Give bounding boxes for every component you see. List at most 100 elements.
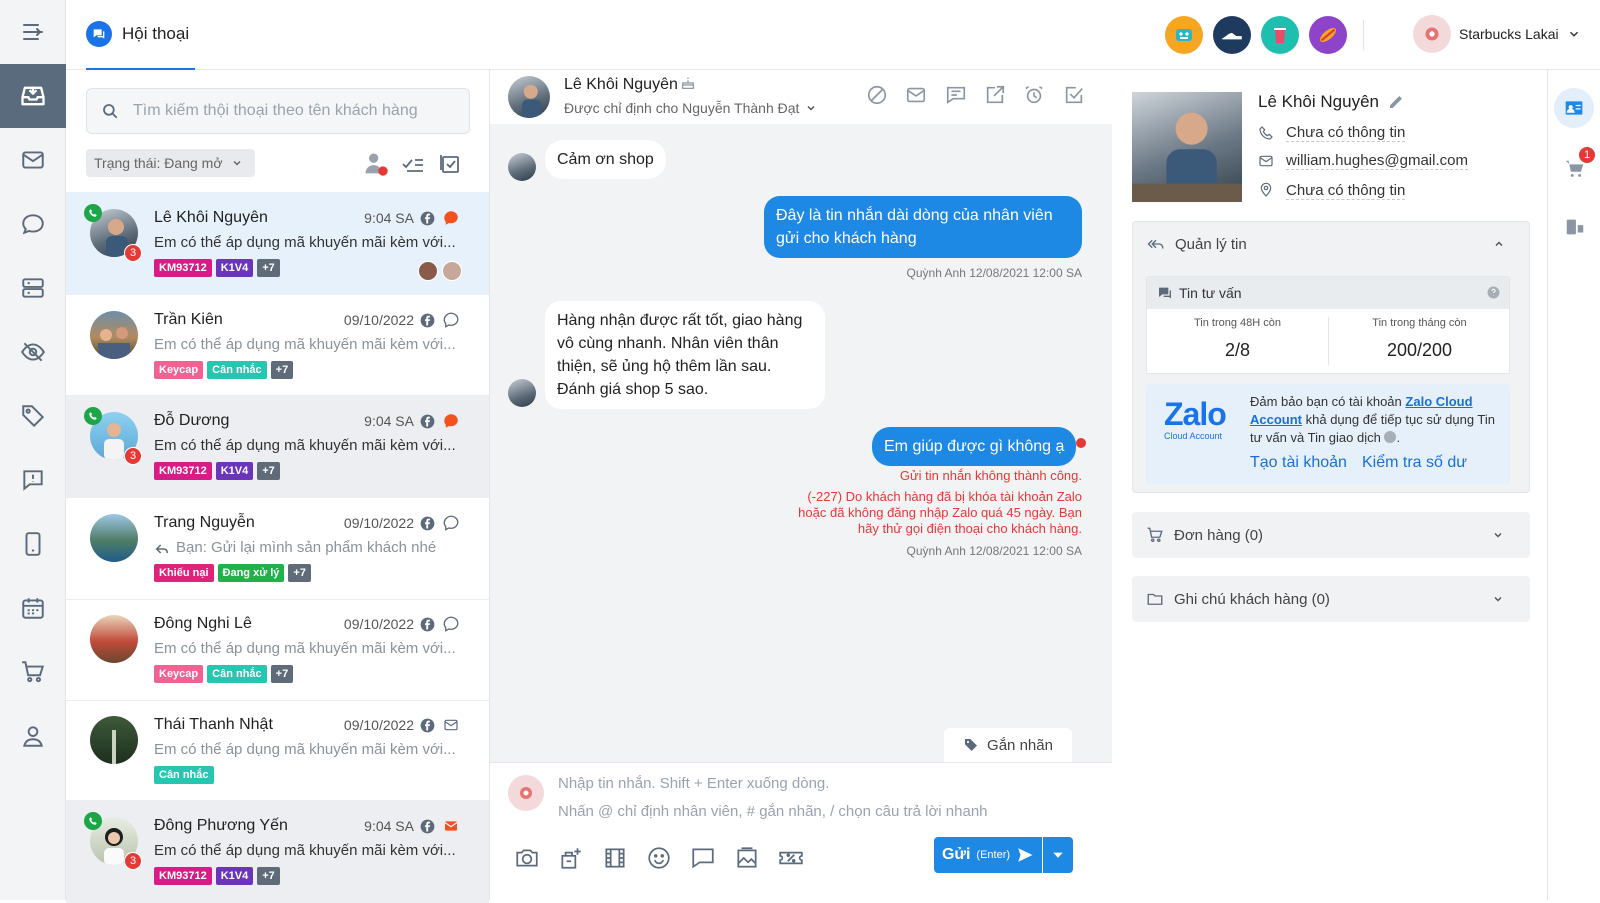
search-input[interactable] bbox=[133, 102, 453, 120]
reply-all-icon bbox=[1147, 239, 1164, 249]
avatar bbox=[90, 514, 138, 562]
customer-email[interactable]: william.hughes@gmail.com bbox=[1286, 152, 1468, 170]
status-filter-dropdown[interactable]: Trạng thái: Đang mở bbox=[86, 149, 255, 177]
user-icon[interactable] bbox=[0, 704, 66, 768]
check-balance-link[interactable]: Kiểm tra số dư bbox=[1362, 454, 1467, 472]
conversation-item[interactable]: 3 Đông Phương Yến 9:04 SA Em có thể áp d… bbox=[66, 800, 489, 903]
feedback-icon[interactable] bbox=[0, 448, 66, 512]
shop-avatar-2[interactable] bbox=[1213, 16, 1251, 54]
conversation-item[interactable]: Trần Kiên 09/10/2022 Em có thể áp dụng m… bbox=[66, 294, 489, 397]
send-button[interactable]: Gửi (Enter) bbox=[934, 837, 1042, 873]
message-meta: Quỳnh Anh 12/08/2021 12:00 SA bbox=[906, 544, 1082, 558]
mark-read-icon[interactable] bbox=[438, 152, 462, 176]
tag-more[interactable]: +7 bbox=[288, 564, 311, 582]
contact-name: Lê Khôi Nguyên bbox=[154, 209, 268, 226]
create-account-link[interactable]: Tạo tài khoản bbox=[1250, 454, 1347, 472]
image-icon[interactable] bbox=[734, 845, 760, 871]
phone-icon bbox=[1259, 126, 1273, 140]
tag-label: Keycap bbox=[154, 361, 204, 379]
chat-outline-icon bbox=[443, 616, 459, 632]
timestamp: 9:04 SA bbox=[364, 413, 414, 429]
mail-icon[interactable] bbox=[905, 84, 927, 106]
quota-48h-value: 2/8 bbox=[1224, 340, 1251, 360]
tag-more[interactable]: +7 bbox=[257, 867, 280, 885]
message-preview: Em có thể áp dụng mã khuyến mãi kèm với.… bbox=[154, 640, 456, 657]
cart-icon[interactable] bbox=[0, 640, 66, 704]
product-icon[interactable] bbox=[558, 845, 584, 871]
customer-address[interactable]: Chưa có thông tin bbox=[1286, 182, 1406, 200]
conversation-item[interactable]: 3 Lê Khôi Nguyên 9:04 SA Em có thể áp dụ… bbox=[66, 192, 489, 295]
quick-reply-icon[interactable] bbox=[690, 845, 716, 871]
camera-icon[interactable] bbox=[514, 845, 540, 871]
shop-avatar-1[interactable] bbox=[1165, 16, 1203, 54]
eye-off-icon[interactable] bbox=[0, 320, 66, 384]
composer-placeholder-line1[interactable]: Nhập tin nhắn. Shift + Enter xuống dòng. bbox=[558, 775, 829, 792]
conversation-item[interactable]: 3 Đỗ Dương 9:04 SA Em có thể áp dụng mã … bbox=[66, 395, 489, 498]
customer-phone[interactable]: Chưa có thông tin bbox=[1286, 124, 1406, 142]
conversation-item[interactable]: Đông Nghi Lê 09/10/2022 Em có thể áp dụn… bbox=[66, 598, 489, 701]
consult-card-header: Tin tư vấn bbox=[1147, 277, 1509, 309]
video-icon[interactable] bbox=[602, 845, 628, 871]
inbox-icon[interactable] bbox=[0, 64, 66, 128]
emoji-icon[interactable] bbox=[646, 845, 672, 871]
checkbox-icon[interactable] bbox=[1063, 84, 1085, 106]
customer-notes-section[interactable]: Ghi chú khách hàng (0) bbox=[1132, 576, 1530, 622]
tag-more[interactable]: +7 bbox=[270, 361, 294, 379]
tag-more[interactable]: +7 bbox=[257, 462, 280, 480]
facebook-icon bbox=[420, 617, 435, 632]
block-icon[interactable] bbox=[866, 84, 888, 106]
tab-conversations[interactable]: Hội thoại bbox=[86, 0, 196, 70]
transfer-icon[interactable] bbox=[1564, 216, 1586, 238]
composer-placeholder-line2[interactable]: Nhấn @ chỉ định nhân viên, # gắn nhãn, /… bbox=[558, 803, 988, 820]
assignee-filter-icon[interactable] bbox=[362, 150, 390, 178]
help-icon[interactable] bbox=[1487, 286, 1500, 299]
conversation-item[interactable]: Trang Nguyễn 09/10/2022 Bạn: Gửi lại mìn… bbox=[66, 497, 489, 600]
shop-avatar-3[interactable] bbox=[1261, 16, 1299, 54]
tag-more[interactable]: +7 bbox=[270, 665, 294, 683]
edit-pencil-icon[interactable] bbox=[1388, 94, 1404, 110]
mail-icon[interactable] bbox=[0, 128, 66, 192]
coupon-icon[interactable] bbox=[778, 845, 804, 871]
message-management-header[interactable]: Quản lý tin bbox=[1133, 222, 1529, 266]
mail-icon bbox=[1259, 155, 1273, 167]
tag-icon[interactable] bbox=[0, 384, 66, 448]
search-box[interactable] bbox=[86, 88, 470, 134]
message-preview: Em có thể áp dụng mã khuyến mãi kèm với.… bbox=[154, 437, 456, 454]
send-options-dropdown[interactable] bbox=[1043, 837, 1073, 873]
send-label: Gửi bbox=[941, 846, 971, 863]
tag-label: Cân nhắc bbox=[154, 766, 214, 784]
open-external-icon[interactable] bbox=[984, 84, 1006, 106]
messenger-icon bbox=[444, 211, 458, 225]
menu-toggle-icon[interactable] bbox=[0, 0, 66, 64]
label-button[interactable]: Gắn nhãn bbox=[944, 728, 1072, 762]
cart-badge: 1 bbox=[1578, 146, 1596, 164]
tag-more[interactable]: +7 bbox=[257, 259, 280, 277]
contact-avatar[interactable] bbox=[508, 76, 550, 118]
tag-label: K1V4 bbox=[215, 867, 254, 885]
shop-avatar-4[interactable] bbox=[1309, 16, 1347, 54]
orders-section[interactable]: Đơn hàng (0) bbox=[1132, 512, 1530, 558]
zalo-notice-text: Đảm bảo bạn có tài khoản Zalo Cloud Acco… bbox=[1250, 394, 1496, 445]
mobile-icon[interactable] bbox=[0, 512, 66, 576]
agent-avatar bbox=[418, 261, 438, 281]
incoming-message: Cảm ơn shop bbox=[545, 140, 666, 179]
cart-icon[interactable]: 1 bbox=[1564, 146, 1596, 180]
alarm-icon[interactable] bbox=[1023, 84, 1045, 106]
chat-bubble-icon[interactable] bbox=[0, 192, 66, 256]
contact-name: Đông Phương Yến bbox=[154, 817, 288, 834]
unread-badge: 3 bbox=[124, 244, 142, 262]
calendar-icon[interactable] bbox=[0, 576, 66, 640]
server-list-icon[interactable] bbox=[0, 256, 66, 320]
conversation-item[interactable]: Thái Thanh Nhật 09/10/2022 Em có thể áp … bbox=[66, 699, 489, 802]
status-filter-label: Trạng thái: Đang mở bbox=[94, 155, 223, 171]
comment-icon[interactable] bbox=[945, 84, 967, 106]
zalo-cloud-notice: Zalo Cloud Account Đảm bảo bạn có tài kh… bbox=[1146, 384, 1510, 484]
assignee-dropdown[interactable]: Được chỉ định cho Nguyễn Thành Đạt bbox=[564, 100, 817, 116]
contact-card-icon[interactable] bbox=[1554, 88, 1594, 128]
send-icon bbox=[1018, 848, 1033, 862]
error-indicator[interactable] bbox=[1076, 438, 1086, 448]
conversation-icon bbox=[86, 21, 112, 47]
account-menu[interactable]: Starbucks Lakai bbox=[1413, 15, 1581, 53]
bulk-select-icon[interactable] bbox=[400, 152, 426, 176]
help-icon[interactable] bbox=[1384, 431, 1397, 443]
